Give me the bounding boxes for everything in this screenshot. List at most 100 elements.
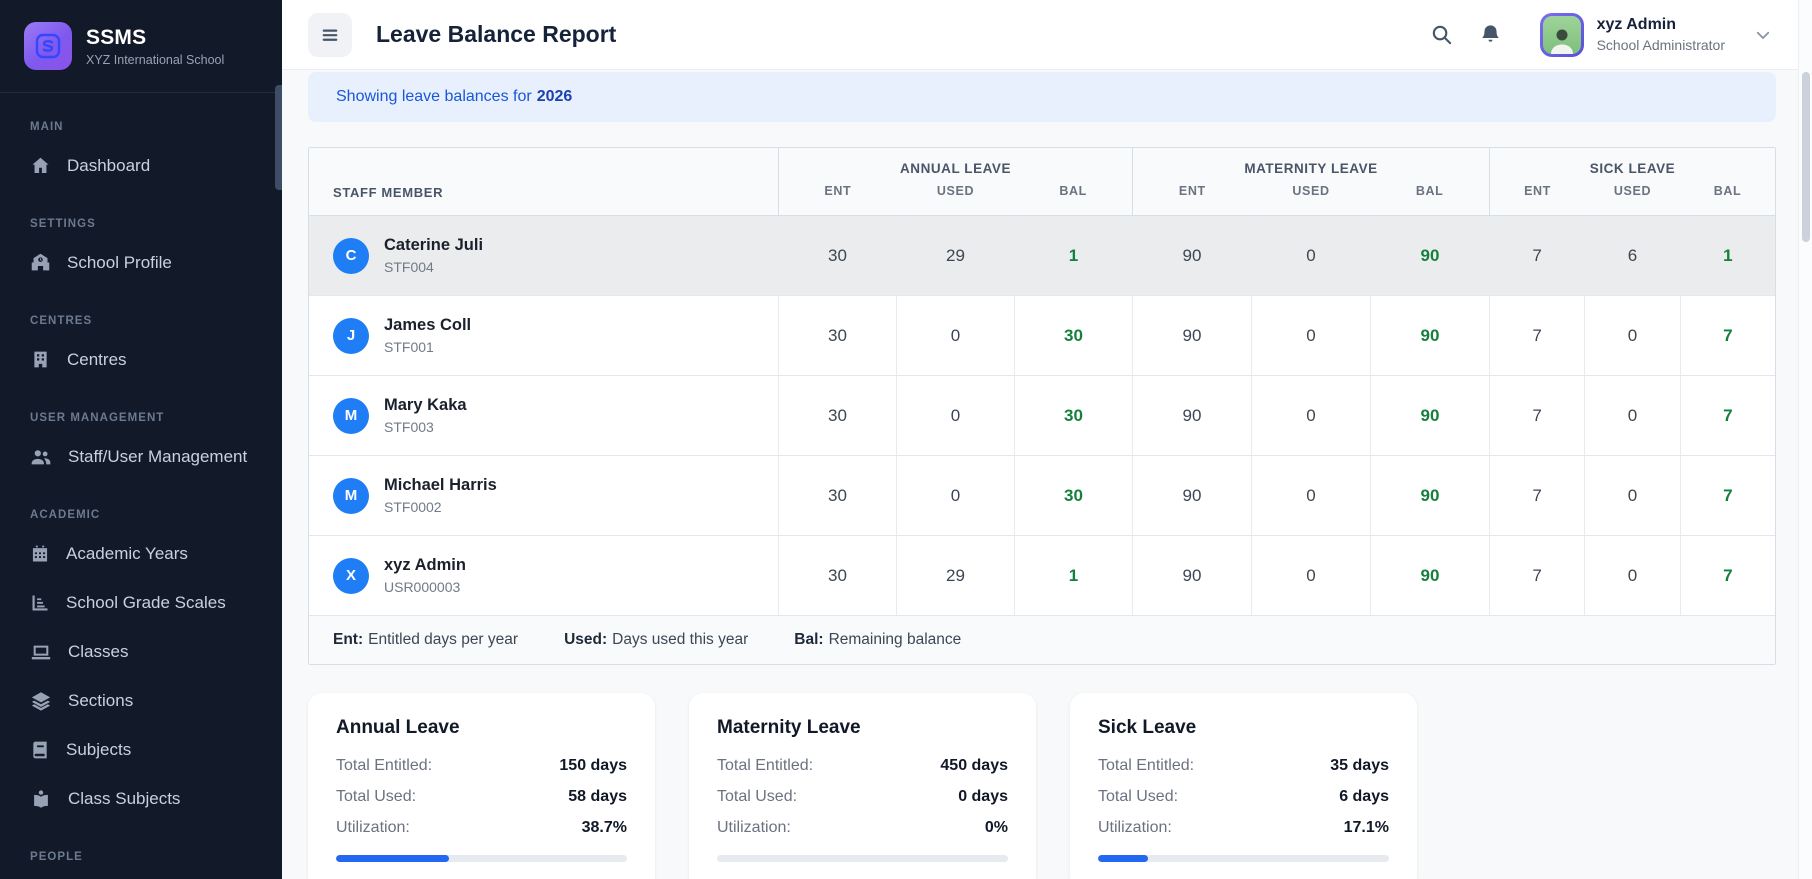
utilization-progressbar (1098, 855, 1389, 862)
user-name: xyz Admin (1597, 16, 1725, 34)
column-header-staff-member: STAFF MEMBER (309, 148, 778, 215)
staff-cell: C Caterine Juli STF004 (309, 216, 778, 295)
card-title: Annual Leave (336, 717, 627, 739)
sick-ent: 7 (1489, 216, 1584, 295)
staff-id: STF0002 (384, 499, 497, 515)
page-scrollbar-thumb[interactable] (1802, 72, 1810, 242)
sidebar-item-centres[interactable]: Centres (0, 335, 282, 384)
staff-name: James Coll (384, 316, 471, 335)
utilization-progressbar (717, 855, 1008, 862)
table-row[interactable]: M Michael Harris STF0002 30 0 30 90 0 90… (309, 456, 1775, 536)
sidebar-item-label: Class Subjects (68, 789, 180, 809)
sick-bal: 7 (1680, 296, 1775, 375)
legend-used: Used:Days used this year (564, 631, 748, 649)
maternity-used: 0 (1251, 456, 1370, 535)
school-icon (30, 252, 51, 273)
page-scrollbar[interactable] (1798, 0, 1812, 879)
leave-balance-table: STAFF MEMBER ANNUAL LEAVE ENT USED BAL M… (308, 147, 1776, 665)
sidebar-item-label: School Profile (67, 253, 172, 273)
table-row[interactable]: X xyz Admin USR000003 30 29 1 90 0 90 7 … (309, 536, 1775, 616)
maternity-ent: 90 (1132, 456, 1251, 535)
utilization-progressbar (336, 855, 627, 862)
sidebar-item-class-subjects[interactable]: Class Subjects (0, 774, 282, 823)
user-menu[interactable]: xyz Admin School Administrator (1540, 13, 1772, 57)
maternity-bal: 90 (1370, 376, 1489, 455)
maternity-bal: 90 (1370, 216, 1489, 295)
utilization-label: Utilization: (336, 819, 410, 837)
section-label-user-management: USER MANAGEMENT (0, 412, 282, 428)
staff-id: STF003 (384, 419, 467, 435)
sidebar-item-subjects[interactable]: Subjects (0, 725, 282, 774)
staff-name: Caterine Juli (384, 236, 483, 255)
banner-year: 2026 (537, 88, 573, 106)
used-label: Total Used: (336, 788, 416, 806)
subheader-bal: BAL (1680, 184, 1775, 198)
sidebar-item-school-profile[interactable]: School Profile (0, 238, 282, 287)
search-icon (1430, 23, 1453, 46)
sick-bal: 7 (1680, 536, 1775, 615)
utilization-label: Utilization: (717, 819, 791, 837)
staff-cell: M Michael Harris STF0002 (309, 456, 778, 535)
card-title: Maternity Leave (717, 717, 1008, 739)
maternity-used: 0 (1251, 536, 1370, 615)
brand-subtitle: XYZ International School (86, 53, 224, 67)
table-row[interactable]: M Mary Kaka STF003 30 0 30 90 0 90 7 0 7 (309, 376, 1775, 456)
menu-button[interactable] (308, 13, 352, 57)
user-role: School Administrator (1597, 37, 1725, 53)
sidebar-item-sections[interactable]: Sections (0, 676, 282, 725)
staff-id: STF004 (384, 259, 483, 275)
sidebar-item-staff-user-management[interactable]: Staff/User Management (0, 432, 282, 481)
sidebar-item-academic-years[interactable]: Academic Years (0, 529, 282, 578)
staff-cell: J James Coll STF001 (309, 296, 778, 375)
search-button[interactable] (1430, 23, 1453, 46)
annual-bal: 30 (1014, 456, 1132, 535)
maternity-used: 0 (1251, 296, 1370, 375)
bell-icon (1479, 23, 1502, 46)
table-row[interactable]: C Caterine Juli STF004 30 29 1 90 0 90 7… (309, 216, 1775, 296)
staff-avatar: J (333, 318, 369, 354)
annual-used: 0 (896, 376, 1014, 455)
grade-scales-icon (30, 593, 50, 613)
section-label-settings: SETTINGS (0, 218, 282, 234)
annual-ent: 30 (778, 456, 896, 535)
sidebar-scrollbar-thumb[interactable] (275, 85, 282, 190)
entitled-value: 450 days (940, 757, 1008, 775)
notifications-button[interactable] (1479, 23, 1502, 46)
subheader-used: USED (1585, 184, 1680, 198)
annual-used: 29 (896, 536, 1014, 615)
card-title: Sick Leave (1098, 717, 1389, 739)
sidebar: SSMS XYZ International School MAIN Dashb… (0, 0, 282, 879)
maternity-ent: 90 (1132, 216, 1251, 295)
home-icon (30, 155, 51, 176)
calendar-icon (30, 544, 50, 564)
utilization-value: 38.7% (582, 819, 627, 837)
annual-leave-card: Annual Leave Total Entitled:150 days Tot… (308, 693, 655, 879)
sick-bal: 1 (1680, 216, 1775, 295)
open-book-icon (30, 788, 52, 810)
section-label-people: PEOPLE (0, 851, 282, 867)
hamburger-icon (319, 24, 341, 46)
table-legend: Ent:Entitled days per year Used:Days use… (309, 616, 1775, 664)
annual-used: 0 (896, 296, 1014, 375)
page-title: Leave Balance Report (376, 21, 616, 48)
sidebar-item-label: Centres (67, 350, 127, 370)
summary-cards: Annual Leave Total Entitled:150 days Tot… (308, 693, 1776, 879)
utilization-label: Utilization: (1098, 819, 1172, 837)
maternity-ent: 90 (1132, 376, 1251, 455)
sick-leave-card: Sick Leave Total Entitled:35 days Total … (1070, 693, 1417, 879)
table-row[interactable]: J James Coll STF001 30 0 30 90 0 90 7 0 … (309, 296, 1775, 376)
sidebar-item-dashboard[interactable]: Dashboard (0, 141, 282, 190)
user-avatar (1540, 13, 1584, 57)
sick-used: 0 (1584, 376, 1679, 455)
column-group-maternity-leave: MATERNITY LEAVE ENT USED BAL (1132, 148, 1489, 215)
sidebar-item-classes[interactable]: Classes (0, 627, 282, 676)
entitled-value: 150 days (559, 757, 627, 775)
brand: SSMS XYZ International School (0, 0, 282, 93)
sidebar-item-label: Staff/User Management (68, 447, 247, 467)
annual-used: 29 (896, 216, 1014, 295)
sidebar-item-label: Sections (68, 691, 133, 711)
sidebar-item-school-grade-scales[interactable]: School Grade Scales (0, 578, 282, 627)
staff-avatar: C (333, 238, 369, 274)
subheader-ent: ENT (1133, 184, 1252, 198)
section-label-centres: CENTRES (0, 315, 282, 331)
